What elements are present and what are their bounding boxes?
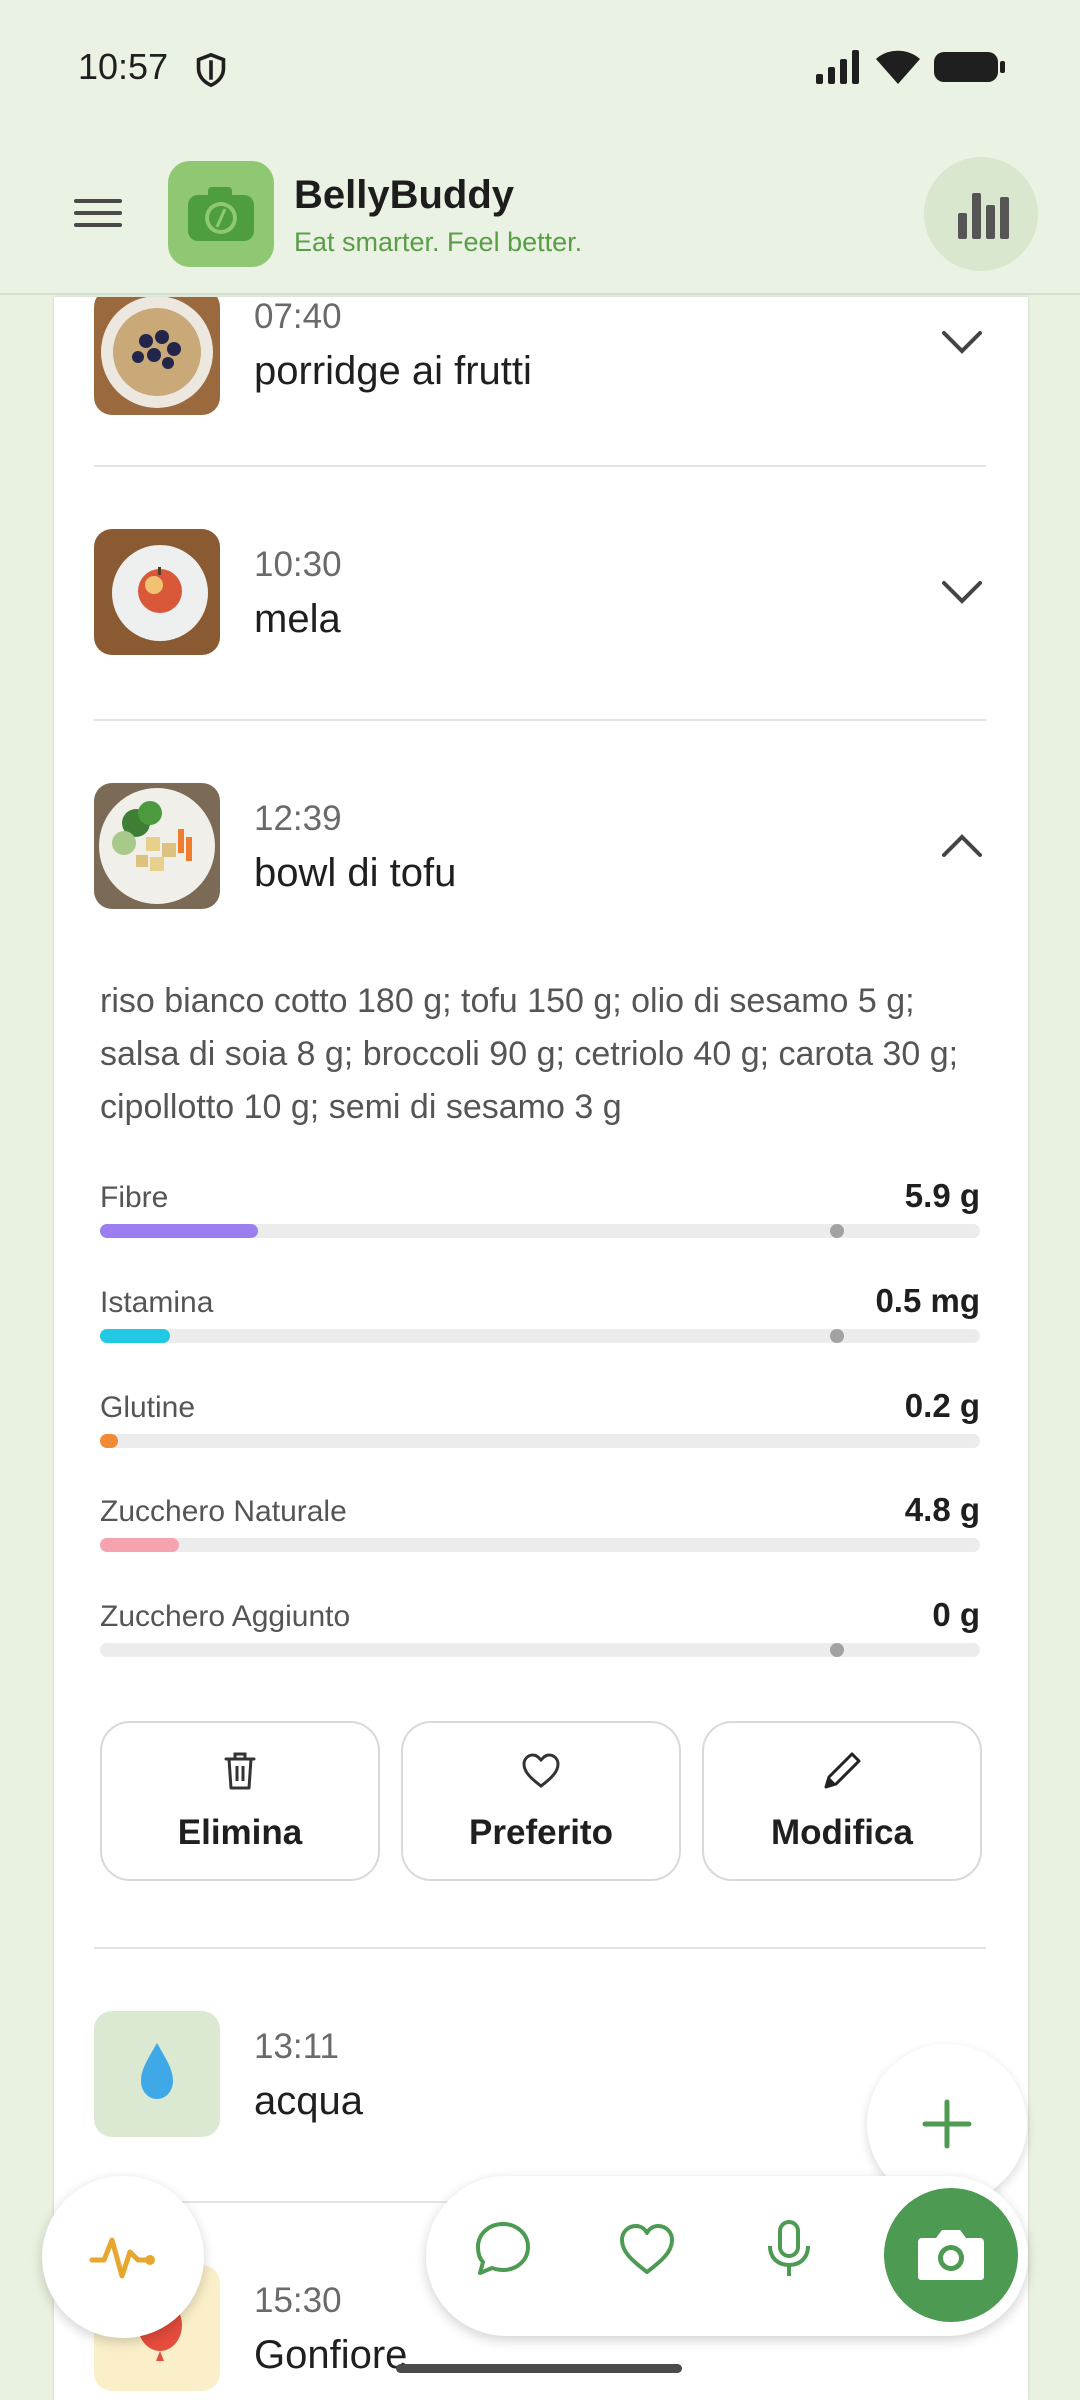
menu-button[interactable] xyxy=(70,193,128,237)
shield-icon xyxy=(196,52,226,88)
battery-icon xyxy=(934,52,1005,82)
nutrient-label: Fibre xyxy=(100,1181,169,1214)
app-title: BellyBuddy xyxy=(294,173,515,217)
meal-time: 15:30 xyxy=(254,2281,342,2320)
nutrient-bar xyxy=(100,1643,980,1657)
delete-button[interactable]: Elimina xyxy=(100,1721,380,1881)
status-time: 10:57 xyxy=(78,46,169,87)
edit-label: Modifica xyxy=(771,1813,913,1852)
nutrient-bar-fill xyxy=(100,1434,118,1448)
chevron-down-icon[interactable] xyxy=(940,577,984,607)
camera-button[interactable] xyxy=(884,2188,1018,2322)
trash-icon xyxy=(224,1752,256,1790)
meal-name: Gonfiore xyxy=(254,2333,408,2377)
nutrient-label: Glutine xyxy=(100,1391,196,1424)
nutrient-value: 0 g xyxy=(932,1596,980,1633)
nutrient-label: Zucchero Aggiunto xyxy=(100,1600,351,1633)
bar-chart-icon xyxy=(958,193,1009,239)
favorite-label: Preferito xyxy=(469,1813,613,1852)
chat-icon[interactable] xyxy=(470,2216,536,2282)
nutrient-bar xyxy=(100,1538,980,1552)
bottom-action-bar xyxy=(426,2176,1028,2336)
nutrient-zucchero-naturale: Zucchero Naturale 4.8 g xyxy=(100,1491,980,1575)
meal-thumbnail xyxy=(94,783,220,909)
wifi-icon xyxy=(876,50,920,84)
meal-thumbnail xyxy=(94,529,220,655)
nutrient-limit-marker xyxy=(830,1329,845,1343)
meal-time: 12:39 xyxy=(254,799,342,838)
heartbeat-icon xyxy=(89,2237,155,2279)
edit-button[interactable]: Modifica xyxy=(702,1721,982,1881)
app-header: BellyBuddy Eat smarter. Feel better. xyxy=(0,135,1080,295)
microphone-icon[interactable] xyxy=(756,2216,822,2282)
nutrient-zucchero-aggiunto: Zucchero Aggiunto 0 g xyxy=(100,1596,980,1680)
meal-name: porridge ai frutti xyxy=(254,349,532,393)
status-bar: 10:57 xyxy=(0,0,1080,135)
symptom-tracker-button[interactable] xyxy=(42,2176,204,2338)
meal-thumbnail xyxy=(94,2011,220,2137)
heart-icon[interactable] xyxy=(614,2216,680,2282)
nutrient-bar-fill xyxy=(100,1538,180,1552)
camera-fork-icon xyxy=(188,187,254,241)
nutrient-bar-fill xyxy=(100,1224,259,1238)
oatmeal-bowl-icon xyxy=(94,297,220,415)
home-indicator xyxy=(396,2364,682,2373)
signal-icon xyxy=(816,50,859,84)
pencil-icon xyxy=(824,1752,861,1789)
nutrient-bar xyxy=(100,1224,980,1238)
status-icons xyxy=(816,50,1006,84)
nutrient-glutine: Glutine 0.2 g xyxy=(100,1387,980,1471)
meal-item-expanded[interactable]: 12:39 bowl di tofu xyxy=(54,721,1028,971)
tofu-bowl-icon xyxy=(94,783,220,909)
nutrient-bar xyxy=(100,1434,980,1448)
meal-thumbnail xyxy=(94,297,220,415)
meal-name: acqua xyxy=(254,2079,363,2123)
nutrient-label: Istamina xyxy=(100,1286,214,1319)
meal-time: 10:30 xyxy=(254,545,342,584)
stats-button[interactable] xyxy=(924,157,1038,271)
nutrient-value: 5.9 g xyxy=(904,1177,980,1214)
app-logo xyxy=(168,161,274,267)
chevron-down-icon[interactable] xyxy=(940,327,984,357)
apple-plate-icon xyxy=(94,529,220,655)
meal-name: mela xyxy=(254,597,341,641)
camera-icon xyxy=(918,2230,984,2280)
water-drop-icon xyxy=(141,2043,173,2099)
nutrient-value: 4.8 g xyxy=(904,1491,980,1528)
nutrient-value: 0.5 mg xyxy=(875,1282,980,1319)
nutrient-limit-marker xyxy=(830,1224,845,1238)
delete-label: Elimina xyxy=(177,1813,303,1852)
nutrient-bar-fill xyxy=(100,1329,171,1343)
meal-time: 13:11 xyxy=(254,2027,339,2066)
heart-icon xyxy=(522,1753,560,1788)
menu-icon xyxy=(74,199,122,203)
meal-item[interactable]: 07:40 porridge ai frutti xyxy=(54,297,1028,437)
nutrient-fibre: Fibre 5.9 g xyxy=(100,1177,980,1261)
meal-time: 07:40 xyxy=(254,297,342,336)
nutrient-bar xyxy=(100,1329,980,1343)
app-subtitle: Eat smarter. Feel better. xyxy=(294,227,583,257)
nutrient-value: 0.2 g xyxy=(904,1387,980,1424)
chevron-up-icon[interactable] xyxy=(940,831,984,861)
nutrient-label: Zucchero Naturale xyxy=(100,1495,347,1528)
meal-item[interactable]: 10:30 mela xyxy=(54,467,1028,717)
nutrient-istamina: Istamina 0.5 mg xyxy=(100,1282,980,1366)
ingredients-text: riso bianco cotto 180 g; tofu 150 g; oli… xyxy=(100,982,959,1126)
meal-name: bowl di tofu xyxy=(254,851,457,895)
favorite-button[interactable]: Preferito xyxy=(401,1721,681,1881)
nutrient-limit-marker xyxy=(830,1643,845,1657)
